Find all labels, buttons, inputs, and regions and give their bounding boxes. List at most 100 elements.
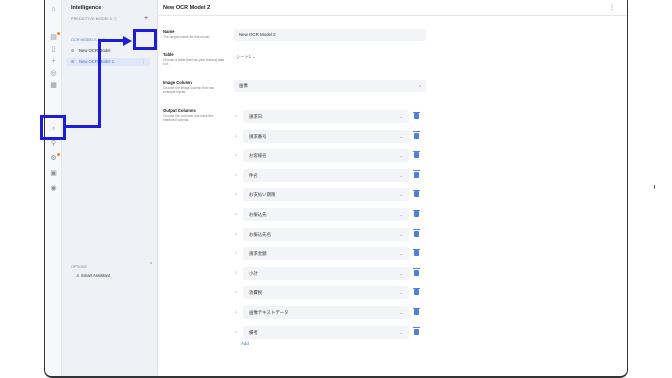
drag-handle-icon[interactable]: ⁞⁞ (235, 191, 237, 196)
smart-assistant-link[interactable]: ♙ Smart Assistant (76, 273, 110, 278)
table-label: Table (163, 52, 174, 57)
sidebar-title: Intelligence (71, 5, 102, 11)
output-column-select[interactable]: お支払い期限 ⌄ (243, 188, 409, 202)
topbar: New OCR Model 2 ⋮ (158, 0, 627, 16)
output-column-row: ⁞⁞ お振込先 ⌄ (234, 208, 426, 221)
delete-icon[interactable] (413, 111, 420, 119)
chevron-down-icon: ⌄ (399, 172, 403, 178)
image-column-hint: Choose the image column that has example… (163, 86, 214, 95)
more-options-icon[interactable]: ⋮ (141, 58, 146, 66)
output-column-select[interactable]: 請求金額 ⌄ (243, 247, 409, 261)
chevron-down-icon: ⌄ (399, 270, 403, 276)
chevron-down-icon: ⌄ (399, 133, 403, 139)
eye-icon[interactable]: ◎ (49, 69, 58, 78)
output-columns-hint: Choose the columns that have the extract… (163, 114, 214, 123)
output-column-select[interactable]: お客様名 ⌄ (243, 149, 409, 163)
table-icon: ⊞ (71, 48, 75, 53)
page-more-icon[interactable]: ⋮ (609, 4, 615, 11)
clear-icon[interactable]: × (419, 80, 421, 92)
output-column-select[interactable]: 請求番号 ⌄ (243, 129, 409, 143)
image-column-label: Image Column (163, 80, 192, 85)
chevron-up-icon[interactable]: ⌃ (149, 262, 153, 268)
delete-icon[interactable] (413, 248, 420, 257)
output-column-select[interactable]: お振込先名 ⌄ (243, 227, 409, 241)
output-column-row: ⁞⁞ 小計 ⌄ (234, 266, 426, 280)
model-form: Name The unique name for this model New … (158, 17, 627, 376)
drag-handle-icon[interactable]: ⁞⁞ (235, 133, 237, 138)
annotation-arrow (64, 125, 101, 128)
delete-icon[interactable] (413, 307, 420, 315)
scrollbar-marker (654, 185, 655, 189)
chevron-down-icon: ⌄ (399, 310, 403, 315)
add-model-plus-icon[interactable]: + (144, 15, 148, 22)
delete-icon[interactable] (413, 131, 420, 139)
drag-handle-icon[interactable]: ⁞⁞ (235, 309, 237, 314)
output-column-row: ⁞⁞ お客様名 ⌄ (234, 149, 426, 163)
page-icon[interactable]: ▯ (49, 45, 58, 54)
drag-handle-icon[interactable]: ⁞⁞ (235, 113, 237, 118)
app-window: ⌂ ▤ ▯ + ◎ ▦ ♁ ⚲ ⚙ ▣ ◉ Intelligence PREDI… (44, 0, 628, 378)
predictive-models-label: PREDICTIVE MODELS ⓘ (71, 17, 118, 21)
output-column-select[interactable]: お振込先 ⌄ (243, 208, 409, 221)
chevron-down-icon: ⌄ (399, 192, 403, 198)
annotation-box-add-button (133, 29, 157, 50)
options-section-label: OPTIONS (71, 265, 87, 269)
delete-icon[interactable] (413, 189, 420, 198)
output-column-select[interactable]: 請求日 ⌄ (243, 110, 409, 123)
output-column-row: ⁞⁞ 請求金額 ⌄ (234, 247, 426, 261)
output-column-select[interactable]: 消費税 ⌄ (243, 286, 409, 300)
add-output-column-button[interactable]: Add (241, 341, 249, 346)
drag-handle-icon[interactable]: ⁞⁞ (235, 329, 237, 334)
data-icon[interactable]: ▤ (49, 32, 60, 42)
annotation-arrowhead (123, 35, 132, 46)
name-label: Name (163, 29, 175, 34)
output-column-row: ⁞⁞ 請求日 ⌄ (234, 110, 426, 123)
output-column-row: ⁞⁞ 画像テキストデータ ⌄ (234, 306, 426, 319)
annotation-arrow (98, 39, 101, 128)
output-column-select[interactable]: 件名 ⌄ (243, 168, 409, 182)
chevron-down-icon: ⌄ (399, 114, 403, 119)
drag-handle-icon[interactable]: ⁞⁞ (235, 152, 237, 157)
chevron-down-icon: ⌄ (399, 212, 403, 217)
name-hint: The unique name for this model (163, 35, 210, 39)
output-column-select[interactable]: 備考 ⌄ (243, 325, 409, 339)
drag-handle-icon[interactable]: ⁞⁞ (235, 231, 237, 236)
delete-icon[interactable] (413, 229, 420, 237)
chevron-down-icon: ⌄ (399, 251, 403, 257)
board-icon[interactable]: ▦ (49, 81, 58, 90)
name-input[interactable]: New OCR Model 2 (234, 29, 426, 41)
drag-handle-icon[interactable]: ⁞⁞ (235, 250, 237, 255)
page-title: New OCR Model 2 (163, 5, 211, 11)
output-column-row: ⁞⁞ 件名 ⌄ (234, 168, 426, 182)
drag-handle-icon[interactable]: ⁞⁞ (235, 211, 237, 216)
output-column-row: ⁞⁞ お支払い期限 ⌄ (234, 188, 426, 202)
drag-handle-icon[interactable]: ⁞⁞ (235, 172, 237, 177)
output-column-row: ⁞⁞ 備考 ⌄ (234, 325, 426, 339)
output-column-row: ⁞⁞ お振込先名 ⌄ (234, 227, 426, 241)
table-select[interactable]: シート1 ⌄ (236, 54, 256, 60)
delete-icon[interactable] (413, 150, 420, 159)
output-column-select[interactable]: 小計 ⌄ (243, 266, 409, 280)
chevron-down-icon: ⌄ (399, 231, 403, 237)
delete-icon[interactable] (413, 287, 420, 296)
settings-icon[interactable]: ⚙ (49, 153, 60, 163)
annotation-arrow (98, 39, 124, 42)
home-icon[interactable]: ⌂ (49, 5, 58, 14)
delete-icon[interactable] (413, 170, 420, 178)
table-icon: ⊞ (71, 59, 75, 64)
delete-icon[interactable] (413, 268, 420, 276)
plus-icon[interactable]: + (49, 57, 58, 66)
drag-handle-icon[interactable]: ⁞⁞ (235, 270, 237, 275)
output-column-row: ⁞⁞ 請求番号 ⌄ (234, 129, 426, 143)
grid-icon[interactable]: ▣ (49, 169, 58, 178)
drag-handle-icon[interactable]: ⁞⁞ (235, 289, 237, 294)
image-column-select[interactable]: 画像 × (234, 80, 426, 92)
chevron-down-icon: ⌄ (399, 153, 403, 159)
delete-icon[interactable] (413, 327, 420, 335)
sidebar-item-ocr-model-2[interactable]: ⊞ New OCR Model 2 ⋮ (66, 58, 150, 66)
delete-icon[interactable] (413, 209, 420, 217)
link-icon[interactable]: ⚲ (49, 139, 58, 148)
view-icon[interactable]: ◉ (49, 184, 58, 193)
output-column-select[interactable]: 画像テキストデータ ⌄ (243, 306, 409, 319)
output-columns-label: Output Columns (163, 108, 196, 113)
